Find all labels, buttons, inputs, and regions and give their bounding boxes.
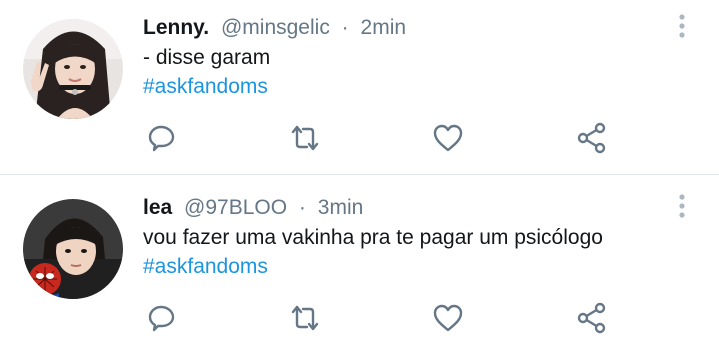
retweet-icon[interactable] [287, 120, 323, 156]
separator-dot: · [341, 16, 349, 39]
timestamp[interactable]: 3min [318, 196, 364, 219]
user-handle[interactable]: @97BLOO [184, 196, 287, 219]
tweet-header: Lenny. @minsgelic · 2min [143, 14, 406, 42]
display-name[interactable]: Lenny. [143, 16, 209, 39]
share-icon[interactable] [574, 300, 610, 336]
reply-icon[interactable] [145, 120, 181, 156]
avatar[interactable] [23, 19, 123, 119]
display-name[interactable]: lea [143, 196, 172, 219]
like-icon[interactable] [430, 120, 466, 156]
more-options-icon[interactable] [672, 12, 692, 40]
hashtag-link[interactable]: #askfandoms [143, 253, 268, 281]
tweet[interactable]: Lenny. @minsgelic · 2min - disse garam #… [0, 0, 719, 172]
tweet-feed: Lenny. @minsgelic · 2min - disse garam #… [0, 0, 719, 344]
tweet-text: - disse garam [143, 46, 271, 69]
tweet-actions [0, 300, 719, 336]
tweet-header: lea @97BLOO · 3min [143, 194, 363, 222]
tweet-divider [0, 174, 719, 175]
tweet-text: vou fazer uma vakinha pra te pagar um ps… [143, 226, 603, 249]
share-icon[interactable] [574, 120, 610, 156]
avatar[interactable] [23, 199, 123, 299]
more-options-icon[interactable] [672, 192, 692, 220]
retweet-icon[interactable] [287, 300, 323, 336]
user-handle[interactable]: @minsgelic [221, 16, 330, 39]
tweet[interactable]: lea @97BLOO · 3min vou fazer uma vakinha… [0, 180, 719, 352]
tweet-actions [0, 120, 719, 156]
separator-dot: · [298, 196, 306, 219]
timestamp[interactable]: 2min [361, 16, 407, 39]
reply-icon[interactable] [145, 300, 181, 336]
hashtag-link[interactable]: #askfandoms [143, 73, 268, 101]
like-icon[interactable] [430, 300, 466, 336]
